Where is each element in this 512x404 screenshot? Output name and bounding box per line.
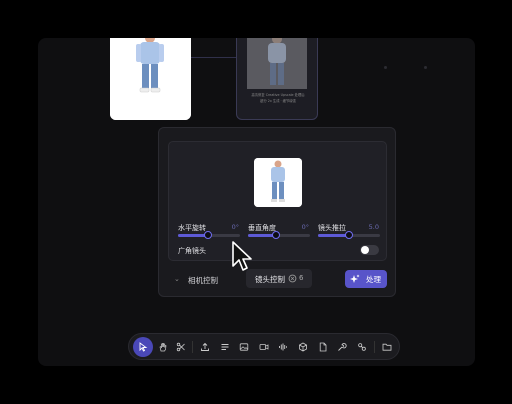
- audio-wave-icon[interactable]: [275, 339, 291, 355]
- toolbar-divider: [374, 341, 375, 353]
- select-tool-icon[interactable]: [133, 337, 153, 357]
- camera-settings-box: 水平旋转 0° 垂直角度 0° 镜头推拉 5.0 广角镜头: [168, 141, 387, 261]
- cube-icon[interactable]: [295, 339, 311, 355]
- upload-icon[interactable]: [197, 339, 213, 355]
- vertical-angle-label: 垂直角度: [248, 224, 276, 232]
- toolbar-divider: [192, 341, 193, 353]
- zoom-value: 5.0: [368, 223, 379, 231]
- camera-control-panel: 水平旋转 0° 垂直角度 0° 镜头推拉 5.0 广角镜头 ⌄ 相机控制 镜头控…: [158, 127, 396, 297]
- slider-handle[interactable]: [345, 231, 353, 239]
- result-subcaption: 超分 2x 生成 · 细节增强: [260, 99, 296, 103]
- scissors-icon[interactable]: [173, 339, 189, 355]
- vertical-angle-value: 0°: [301, 223, 309, 231]
- result-caption: 高清修复 Creative Upscale 处理后: [251, 93, 305, 97]
- document-icon[interactable]: [315, 339, 331, 355]
- bottom-toolbar: [128, 333, 400, 360]
- wide-angle-label: 广角镜头: [178, 247, 206, 255]
- hand-tool-icon[interactable]: [155, 339, 171, 355]
- video-icon[interactable]: [256, 339, 272, 355]
- link-icon[interactable]: [354, 339, 370, 355]
- child-figure-image: [110, 38, 191, 120]
- process-label: 处理: [366, 275, 381, 284]
- text-lines-icon[interactable]: [217, 339, 233, 355]
- chip-count: 6: [299, 274, 304, 282]
- source-image-node[interactable]: [110, 38, 191, 120]
- slider-handle[interactable]: [271, 231, 280, 239]
- camera-control-chip[interactable]: 镜头控制 6: [246, 269, 312, 288]
- canvas-grid-dot: [424, 66, 427, 69]
- preview-thumbnail: [254, 158, 302, 207]
- horizontal-rotation-label: 水平旋转: [178, 224, 206, 232]
- mouse-cursor-icon: [232, 241, 252, 271]
- vertical-angle-slider[interactable]: [248, 231, 310, 239]
- horizontal-rotation-value: 0°: [231, 223, 239, 231]
- camera-control-label[interactable]: 相机控制: [188, 275, 218, 286]
- wide-angle-toggle[interactable]: [360, 245, 379, 255]
- chevron-down-icon[interactable]: ⌄: [174, 275, 180, 283]
- canvas-grid-dot: [384, 66, 387, 69]
- result-image: [247, 38, 307, 89]
- zoom-label: 镜头推拉: [318, 224, 346, 232]
- horizontal-rotation-slider[interactable]: [178, 231, 240, 239]
- folder-icon[interactable]: [379, 339, 395, 355]
- toggle-knob: [361, 246, 369, 254]
- process-button[interactable]: 处理: [345, 270, 387, 288]
- zoom-slider[interactable]: [318, 231, 380, 239]
- upscale-result-node[interactable]: 高清修复 Creative Upscale 处理后 超分 2x 生成 · 细节增…: [236, 38, 318, 120]
- slider-handle[interactable]: [203, 231, 212, 239]
- coin-icon: [288, 274, 297, 283]
- wrench-icon[interactable]: [334, 339, 350, 355]
- chip-label: 镜头控制: [255, 275, 285, 284]
- image-icon[interactable]: [236, 339, 252, 355]
- preview-figure-image: [254, 158, 302, 207]
- node-connector: [191, 57, 236, 58]
- sparkle-icon: [350, 274, 360, 283]
